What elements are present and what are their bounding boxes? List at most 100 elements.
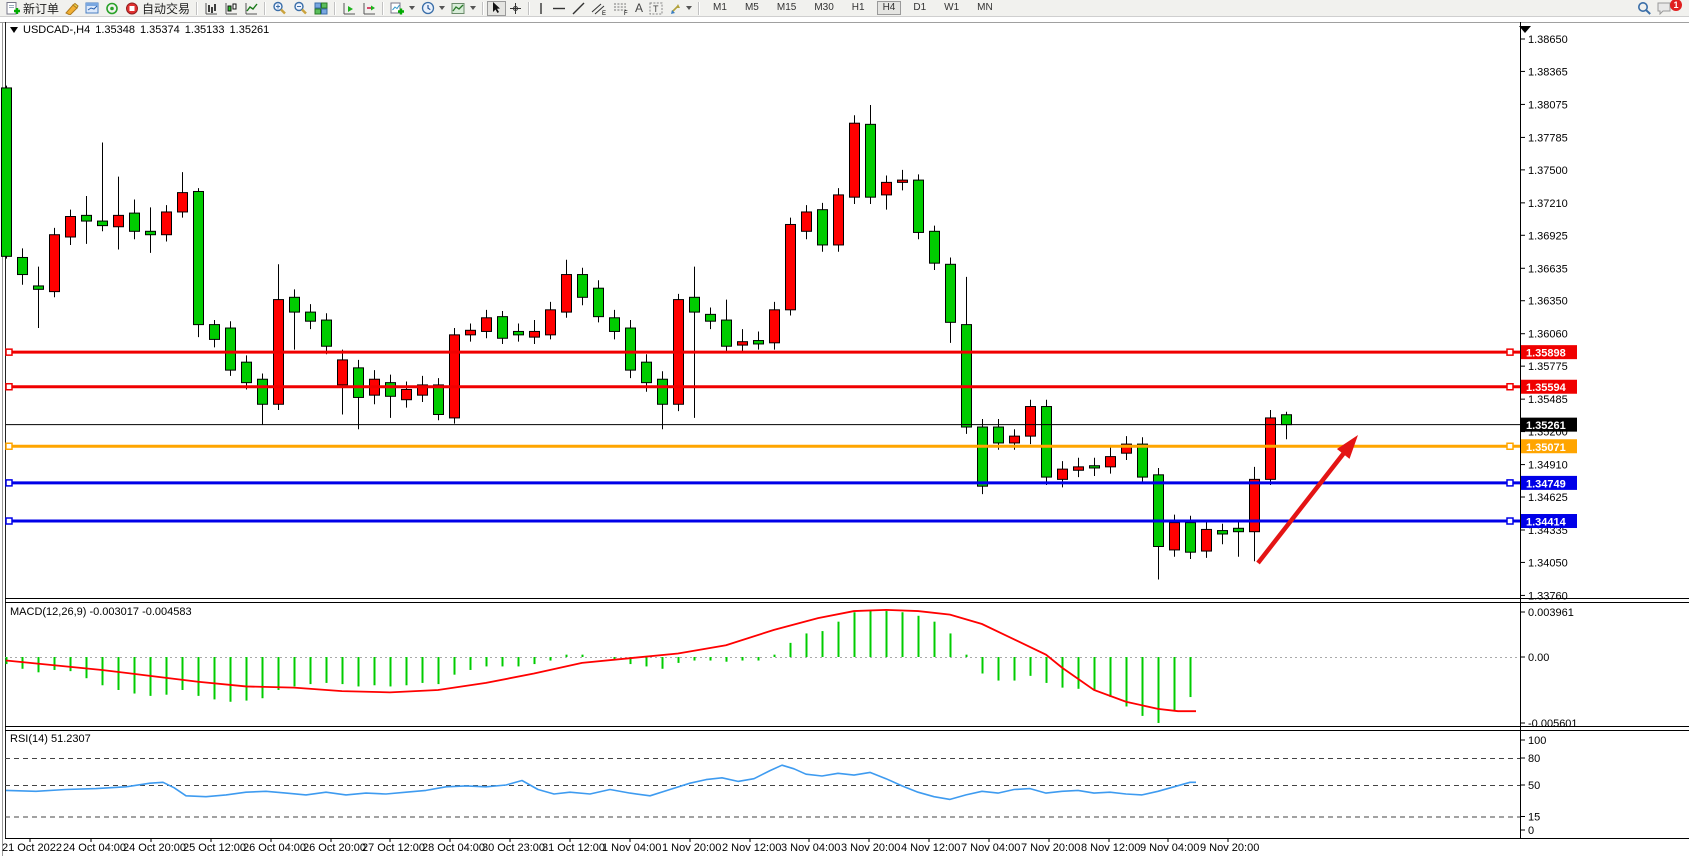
candle (306, 312, 316, 321)
candle (658, 379, 668, 404)
candle (258, 379, 268, 404)
level-handle[interactable] (6, 384, 12, 390)
candle (818, 210, 828, 245)
candle (498, 317, 508, 339)
price-tick: 1.38365 (1528, 66, 1568, 78)
candle (178, 193, 188, 212)
chart-title-close: 1.35261 (230, 24, 270, 36)
candle (130, 213, 140, 231)
candle (738, 342, 748, 345)
time-tick: 28 Oct 04:00 (422, 842, 485, 854)
chart-title-high: 1.35374 (140, 24, 180, 36)
time-tick: 8 Nov 12:00 (1081, 842, 1140, 854)
candle (1090, 466, 1100, 468)
candle (1154, 475, 1164, 547)
candle (1138, 444, 1148, 477)
price-badge-text: 1.35594 (1526, 382, 1567, 394)
time-tick: 24 Oct 04:00 (63, 842, 126, 854)
candle (786, 224, 796, 309)
time-tick: 26 Oct 04:00 (243, 842, 306, 854)
candle (1106, 457, 1116, 467)
price-tick: 1.36635 (1528, 263, 1568, 275)
candle (1074, 467, 1084, 470)
time-tick: 7 Nov 04:00 (961, 842, 1020, 854)
price-badge-text: 1.34749 (1526, 478, 1566, 490)
candle (2, 88, 12, 256)
candle (66, 217, 76, 237)
price-tick: 1.36060 (1528, 329, 1568, 341)
level-handle[interactable] (6, 518, 12, 524)
candle (450, 335, 460, 418)
rsi-tick: 100 (1528, 735, 1546, 747)
candle (482, 318, 492, 332)
candle (594, 288, 604, 316)
level-handle[interactable] (1507, 518, 1513, 524)
candle (1234, 528, 1244, 531)
candle (610, 318, 620, 332)
chart-title-open: 1.35348 (95, 24, 135, 36)
time-tick: 1 Nov 20:00 (662, 842, 721, 854)
candle (962, 325, 972, 427)
candle (690, 297, 700, 312)
candle (98, 221, 108, 226)
time-tick: 2 Nov 12:00 (722, 842, 781, 854)
candle (322, 320, 332, 346)
price-badge-text: 1.34414 (1526, 517, 1567, 529)
candle (1010, 436, 1020, 443)
level-handle[interactable] (1507, 443, 1513, 449)
level-handle[interactable] (6, 443, 12, 449)
chart-collapse-icon[interactable] (10, 27, 18, 33)
candle (754, 341, 764, 344)
candle (978, 427, 988, 486)
rsi-tick: 50 (1528, 780, 1540, 792)
candle (34, 286, 44, 289)
candle (1170, 523, 1180, 550)
candle (402, 389, 412, 399)
candle (434, 385, 444, 415)
price-tick: 1.36925 (1528, 230, 1568, 242)
level-handle[interactable] (6, 349, 12, 355)
candle (1042, 407, 1052, 478)
price-tick: 1.34910 (1528, 460, 1568, 472)
candle (946, 264, 956, 322)
candle (898, 180, 908, 182)
time-tick: 25 Oct 12:00 (183, 842, 246, 854)
price-badge-text: 1.35898 (1526, 348, 1566, 360)
rsi-line (6, 765, 1196, 799)
price-tick: 1.38650 (1528, 34, 1568, 46)
candle (1202, 529, 1212, 551)
level-handle[interactable] (1507, 349, 1513, 355)
candle (1266, 418, 1276, 479)
candle (722, 320, 732, 346)
chart-title: USDCAD-,H41.353481.353741.351331.35261 (10, 24, 274, 36)
time-tick: 4 Nov 12:00 (901, 842, 960, 854)
level-handle[interactable] (6, 480, 12, 486)
candle (290, 297, 300, 312)
price-tick: 1.38075 (1528, 99, 1568, 111)
candle (242, 362, 252, 382)
candle (82, 215, 92, 221)
time-tick: 31 Oct 12:00 (542, 842, 605, 854)
candle (530, 331, 540, 337)
candle (466, 330, 476, 335)
candle (114, 215, 124, 226)
level-handle[interactable] (1507, 384, 1513, 390)
price-tick: 1.35775 (1528, 361, 1568, 373)
time-tick: 21 Oct 2022 (2, 842, 62, 854)
candle (578, 275, 588, 298)
candle (210, 325, 220, 340)
level-handle[interactable] (1507, 480, 1513, 486)
candle (386, 383, 396, 397)
chart-canvas[interactable]: 1.386501.383651.380751.377851.375001.372… (0, 0, 1689, 861)
candle (546, 310, 556, 335)
chart-title-symbol: USDCAD-,H4 (23, 24, 90, 36)
candle (706, 314, 716, 321)
price-tick: 1.37500 (1528, 165, 1568, 177)
price-tick: 1.35485 (1528, 394, 1568, 406)
price-tick: 1.36350 (1528, 296, 1568, 308)
candle (1186, 523, 1196, 553)
candle (338, 360, 348, 385)
candle (50, 235, 60, 292)
candle (1058, 469, 1068, 479)
candle (146, 231, 156, 234)
